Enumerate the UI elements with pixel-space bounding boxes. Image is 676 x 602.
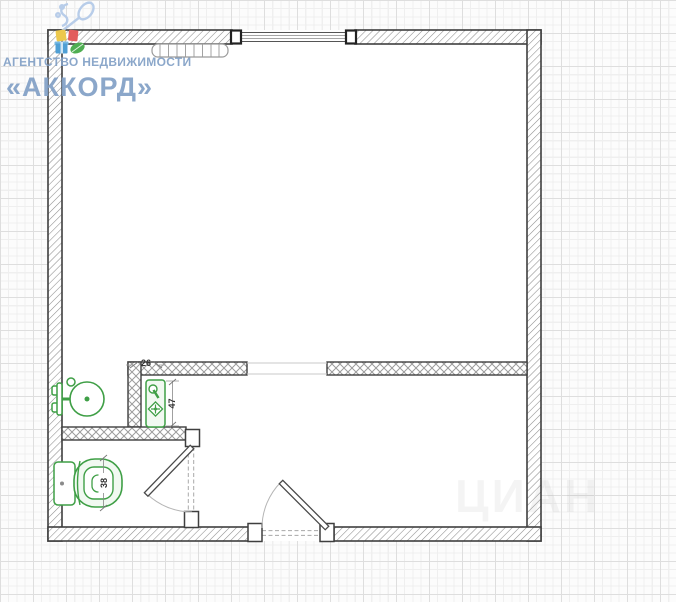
grid-background: 47 26 38 ЦИАН АГЕНТСТВО НЕДВИЖИМОСТИ «АК… bbox=[0, 0, 676, 602]
kitchen-utensils-icon bbox=[55, 1, 95, 32]
right-wall bbox=[526, 29, 542, 542]
apartment-floor bbox=[48, 30, 541, 541]
logo-mini-icons bbox=[54, 29, 85, 54]
washbasin-drain bbox=[84, 396, 90, 402]
agency-logo-icons bbox=[54, 1, 95, 54]
window bbox=[229, 29, 358, 45]
niche-side-wall bbox=[127, 361, 142, 428]
toilet bbox=[53, 458, 123, 508]
bottom-wall-right bbox=[333, 526, 542, 542]
entrance-jamb-left bbox=[247, 522, 263, 543]
dim-label-38: 38 bbox=[99, 478, 109, 488]
mid-wall-right-segment bbox=[326, 361, 528, 376]
toilet-cistern bbox=[53, 461, 76, 506]
window-post-right bbox=[344, 29, 358, 45]
bottom-wall-left bbox=[47, 526, 251, 542]
wc-door-jamb-bottom bbox=[183, 510, 200, 529]
red-tag-icon bbox=[68, 29, 79, 42]
hook-dot bbox=[55, 11, 62, 18]
washbasin-tap bbox=[66, 377, 76, 387]
top-wall-right bbox=[354, 29, 542, 45]
window-glazing bbox=[240, 32, 347, 42]
toilet-cistern-button bbox=[60, 481, 64, 486]
yellow-note-icon bbox=[55, 29, 67, 42]
gift-box-ribbon bbox=[60, 41, 63, 54]
washbasin-column bbox=[56, 382, 63, 416]
wc-wall bbox=[61, 426, 187, 441]
faint-watermark: ЦИАН bbox=[455, 470, 600, 522]
window-post-left bbox=[229, 29, 243, 45]
dim-label-26: 26 bbox=[141, 358, 151, 368]
dim-label-47: 47 bbox=[167, 398, 177, 408]
shower-tray bbox=[145, 379, 166, 428]
shower-drain-dot bbox=[154, 407, 157, 411]
agency-watermark-name: «АККОРД» bbox=[6, 72, 154, 102]
wc-door-jamb-top bbox=[184, 428, 201, 448]
